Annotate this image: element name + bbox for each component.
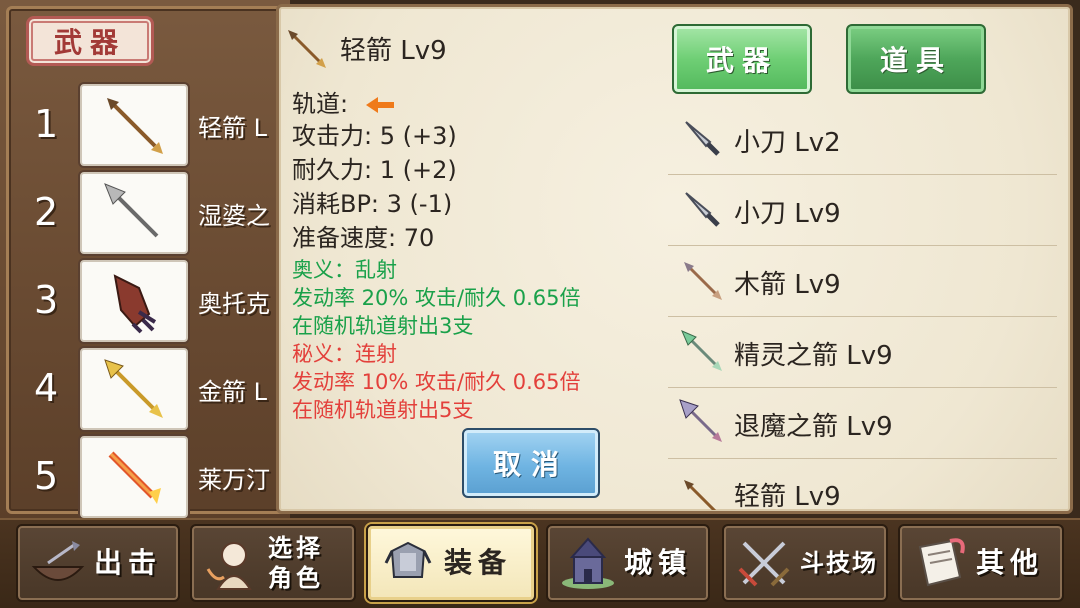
nav-sortie-label: 出击 <box>94 546 163 579</box>
slot-name: 奥托克 <box>198 290 270 318</box>
arrow-icon <box>684 480 717 510</box>
list-item-label: 小刀 Lv9 <box>734 199 841 229</box>
bp-stat: 消耗BP: 3 (-1) <box>292 190 453 218</box>
attack-stat: 攻击力: 5 (+3) <box>292 122 457 150</box>
weapon-slot-3[interactable]: 3 奥托克 <box>20 260 290 344</box>
nav-town-button[interactable]: 城镇 <box>546 524 710 602</box>
list-item-label: 退魔之箭 Lv9 <box>734 412 893 442</box>
list-item[interactable]: 退魔之箭 Lv9 <box>668 388 1057 459</box>
list-item[interactable]: 小刀 Lv9 <box>668 175 1057 246</box>
knife-icon <box>685 121 720 156</box>
slot-number: 4 <box>34 366 59 410</box>
knife-icon <box>685 192 720 227</box>
slot-number: 2 <box>34 190 59 234</box>
crossed-swords-icon <box>738 541 790 587</box>
slot-number: 1 <box>34 102 59 146</box>
slot-card[interactable] <box>80 260 188 342</box>
tab-weapon[interactable]: 武器 <box>672 24 812 94</box>
slot-card[interactable] <box>80 436 188 518</box>
weapon-title: 轻箭 Lv9 <box>284 26 447 70</box>
slot-card[interactable] <box>80 172 188 254</box>
character-icon <box>206 542 252 590</box>
weapon-slot-2[interactable]: 2 湿婆之 <box>20 172 290 256</box>
slot-name: 轻箭 L <box>198 114 267 142</box>
spear-arrow-icon <box>104 183 159 238</box>
nav-select-role-label: 选择 角色 <box>268 533 324 593</box>
secret-green-line1: 发动率 20% 攻击/耐久 0.65倍 <box>292 286 581 310</box>
arrow-icon <box>107 98 163 154</box>
track-row: 轨道: <box>292 84 396 119</box>
claw-icon <box>113 274 157 334</box>
weapon-slot-1[interactable]: 1 轻箭 L <box>20 84 290 168</box>
wood-arrow-icon <box>684 262 722 300</box>
secret-red-line2: 在随机轨道射出5支 <box>292 398 474 422</box>
flame-sword-icon <box>108 451 161 504</box>
weapon-name: 轻箭 Lv9 <box>340 35 447 66</box>
slot-card[interactable] <box>80 348 188 430</box>
list-item[interactable]: 精灵之箭 Lv9 <box>668 317 1057 388</box>
left-arrow-icon <box>365 97 394 113</box>
exorcism-arrow-icon <box>679 399 722 442</box>
nav-town-label: 城镇 <box>624 546 693 579</box>
scroll-icon <box>918 538 965 587</box>
nav-other-button[interactable]: 其他 <box>898 524 1064 602</box>
nav-sortie-button[interactable]: 出击 <box>16 524 180 602</box>
durability-stat: 耐久力: 1 (+2) <box>292 156 457 184</box>
ship-icon <box>31 541 85 581</box>
list-item[interactable]: 木箭 Lv9 <box>668 246 1057 317</box>
nav-arena-button[interactable]: 斗技场 <box>722 524 888 602</box>
secret-red-title: 秘义：连射 <box>292 342 397 366</box>
castle-icon <box>562 537 614 589</box>
slot-name: 莱万汀 <box>198 466 270 494</box>
slot-number: 5 <box>34 454 59 498</box>
nav-equip-label: 装备 <box>444 546 513 579</box>
slot-name: 湿婆之 <box>198 202 270 230</box>
elf-arrow-icon <box>681 330 722 371</box>
nav-arena-label: 斗技场 <box>800 549 878 577</box>
slot-number: 3 <box>34 278 59 322</box>
nav-other-label: 其他 <box>976 546 1045 579</box>
nav-equip-button[interactable]: 装备 <box>366 524 536 602</box>
cancel-button[interactable]: 取消 <box>462 428 600 498</box>
track-label: 轨道: <box>292 90 349 118</box>
nav-select-role-line2: 角色 <box>268 564 324 592</box>
list-item[interactable]: 轻箭 Lv9 <box>668 470 1057 510</box>
speed-stat: 准备速度: 70 <box>292 224 435 252</box>
armor-icon <box>384 541 432 578</box>
list-item[interactable]: 小刀 Lv2 <box>668 104 1057 175</box>
list-item-label: 精灵之箭 Lv9 <box>734 341 893 371</box>
left-panel-title: 武器 <box>26 16 154 66</box>
nav-select-role-button[interactable]: 选择 角色 <box>190 524 356 602</box>
tab-item[interactable]: 道具 <box>846 24 986 94</box>
nav-select-role-line1: 选择 <box>268 534 324 562</box>
list-item-label: 小刀 Lv2 <box>734 128 841 158</box>
list-item-label: 轻箭 Lv9 <box>734 482 841 510</box>
arrow-icon <box>288 30 326 68</box>
list-item-label: 木箭 Lv9 <box>734 270 841 300</box>
gold-arrow-icon <box>104 359 163 418</box>
weapon-slot-5[interactable]: 5 莱万汀 <box>20 436 290 520</box>
secret-green-title: 奥义：乱射 <box>292 258 397 282</box>
weapon-slot-4[interactable]: 4 金箭 L <box>20 348 290 432</box>
secret-red-line1: 发动率 10% 攻击/耐久 0.65倍 <box>292 370 581 394</box>
slot-card[interactable] <box>80 84 188 166</box>
secret-green-line2: 在随机轨道射出3支 <box>292 314 474 338</box>
slot-name: 金箭 L <box>198 378 267 406</box>
